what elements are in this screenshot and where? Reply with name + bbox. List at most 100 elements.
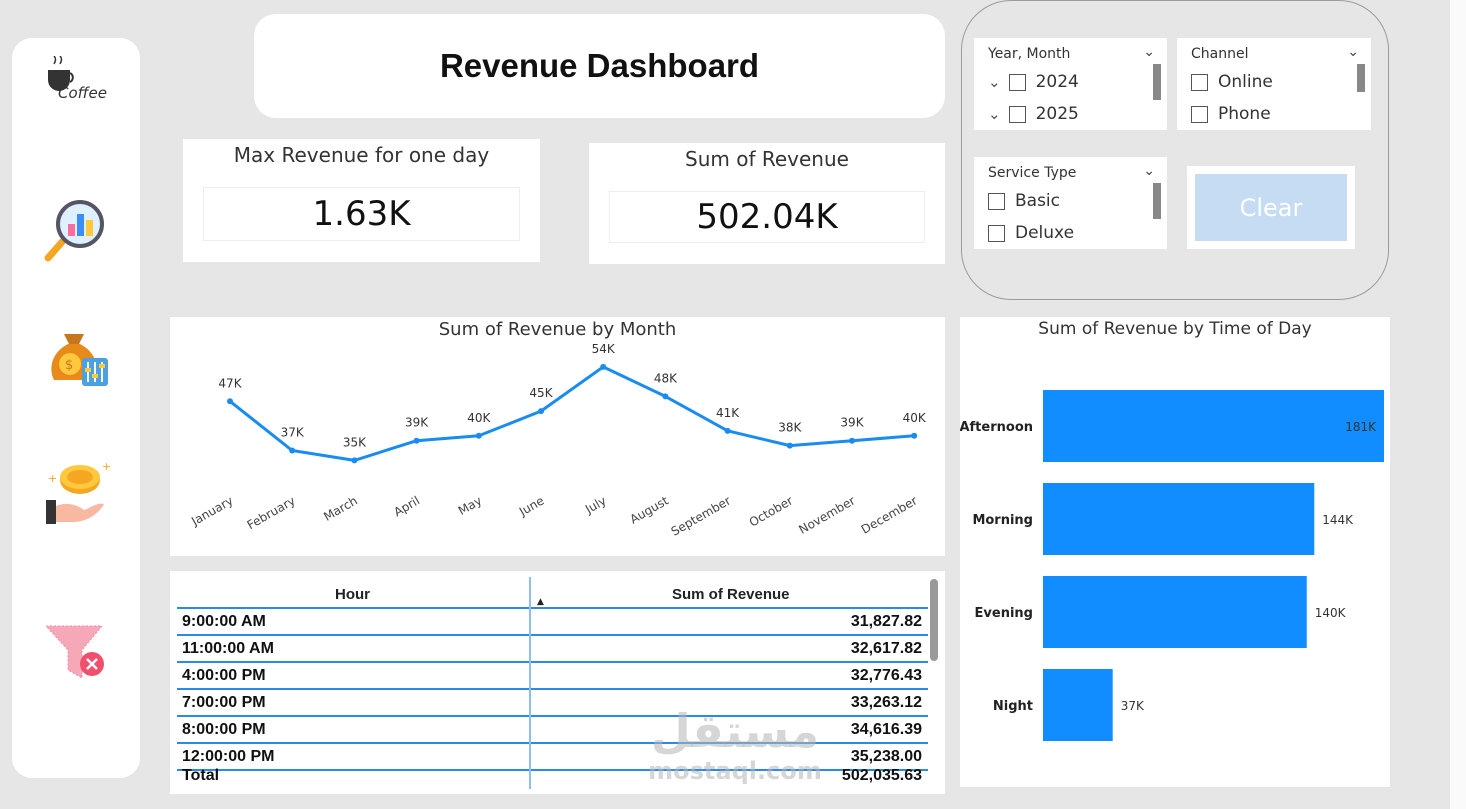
- checkbox[interactable]: [1191, 73, 1208, 91]
- slicer-scrollbar[interactable]: [1357, 64, 1365, 92]
- slicer-title: Year, Month: [988, 46, 1071, 62]
- slicer-title: Service Type: [988, 165, 1077, 181]
- cell-hour: 11:00:00 AM: [182, 640, 274, 657]
- kpi-label: Max Revenue for one day: [233, 143, 490, 167]
- data-label-evening: 140K: [1315, 606, 1347, 620]
- slicer-option-online[interactable]: Online: [1191, 72, 1273, 92]
- expand-chevron-icon[interactable]: ⌄: [988, 73, 1001, 91]
- cell-revenue: 31,827.82: [850, 613, 922, 630]
- chevron-down-icon[interactable]: ⌄: [1347, 44, 1359, 60]
- bar-night: [1043, 669, 1113, 741]
- slicer-year-month[interactable]: Year, Month ⌄ ⌄ 2024 ⌄ 2025: [974, 38, 1167, 130]
- data-point-december: [911, 432, 918, 439]
- data-label-december: 40K: [903, 411, 927, 425]
- column-divider[interactable]: [529, 577, 531, 789]
- total-value: 502,035.63: [841, 767, 922, 784]
- data-label-february: 37K: [281, 426, 305, 440]
- cell-revenue: 32,617.82: [850, 640, 922, 657]
- data-point-january: [227, 398, 233, 405]
- watermark-latin: mostaql.com: [648, 757, 822, 785]
- watermark: مستقل mostaql.com: [645, 705, 825, 785]
- sidebar: Coffee $ + +: [12, 38, 140, 778]
- bar-chart-card: Sum of Revenue by Time of Day Afternoon 1…: [960, 317, 1390, 787]
- option-label: Deluxe: [1015, 223, 1075, 243]
- bar-chart: Afternoon 181K Morning 144K Evening 140K Night…: [960, 390, 1384, 741]
- y-tick-label-night: Night: [993, 699, 1033, 714]
- data-label-afternoon: 181K: [1345, 420, 1377, 434]
- svg-text:+: +: [48, 472, 57, 485]
- svg-text:$: $: [65, 358, 73, 373]
- data-point-may: [475, 432, 482, 439]
- x-tick-label-february: February: [245, 493, 298, 532]
- data-point-october: [786, 442, 793, 449]
- sort-ascending-icon[interactable]: ▲: [537, 597, 544, 607]
- data-label-october: 38K: [778, 421, 802, 435]
- data-label-august: 48K: [654, 371, 678, 385]
- checkbox[interactable]: [1008, 105, 1026, 123]
- x-tick-label-october: October: [747, 493, 796, 529]
- data-label-january: 47K: [218, 376, 242, 390]
- y-tick-label-evening: Evening: [975, 606, 1033, 621]
- slicer-scrollbar[interactable]: [1153, 64, 1161, 100]
- cell-revenue: 33,263.12: [850, 694, 922, 711]
- table-scrollbar[interactable]: [930, 579, 938, 661]
- search-analytics-icon[interactable]: [42, 196, 110, 264]
- data-label-april: 39K: [405, 416, 429, 430]
- kpi-value: 502.04K: [696, 197, 838, 237]
- x-tick-label-april: April: [391, 493, 422, 519]
- slicer-option-deluxe[interactable]: Deluxe: [988, 223, 1074, 243]
- kpi-max-revenue-day: Max Revenue for one day 1.63K: [183, 139, 540, 262]
- bar-afternoon: [1043, 390, 1384, 462]
- table-header: Hour Sum of Revenue ▲: [177, 577, 928, 609]
- kpi-value-box: 1.63K: [203, 187, 520, 241]
- checkbox[interactable]: [988, 192, 1005, 210]
- bar-morning: [1043, 483, 1315, 555]
- checkbox[interactable]: [988, 224, 1005, 242]
- table-row[interactable]: 11:00:00 AM 32,617.82: [177, 636, 928, 663]
- data-point-june: [538, 408, 544, 415]
- coin-hand-icon[interactable]: + +: [42, 460, 111, 528]
- slicer-option-2024[interactable]: ⌄ 2024: [988, 72, 1079, 92]
- data-label-morning: 144K: [1322, 513, 1354, 527]
- slicer-option-2025[interactable]: ⌄ 2025: [988, 104, 1079, 124]
- column-header-sum-revenue[interactable]: Sum of Revenue: [672, 586, 790, 603]
- slicer-service-type[interactable]: Service Type ⌄ Basic Deluxe: [974, 157, 1167, 249]
- x-tick-label-july: July: [582, 493, 609, 516]
- slicer-option-phone[interactable]: Phone: [1191, 104, 1271, 124]
- expand-chevron-icon[interactable]: ⌄: [988, 105, 1001, 123]
- x-tick-label-june: June: [516, 493, 547, 519]
- option-label: Phone: [1218, 104, 1271, 124]
- chevron-down-icon[interactable]: ⌄: [1143, 44, 1155, 60]
- checkbox[interactable]: [1008, 73, 1026, 91]
- y-tick-label-afternoon: Afternoon: [960, 420, 1033, 435]
- x-tick-label-august: August: [628, 493, 672, 526]
- kpi-value-box: 502.04K: [609, 191, 925, 243]
- page-title: Revenue Dashboard: [439, 47, 760, 84]
- slicer-channel[interactable]: Channel ⌄ Online Phone: [1177, 38, 1371, 130]
- chevron-down-icon[interactable]: ⌄: [1143, 163, 1155, 179]
- x-tick-label-march: March: [321, 493, 360, 523]
- money-bag-icon[interactable]: $: [42, 324, 110, 392]
- cell-hour: 8:00:00 PM: [182, 721, 266, 738]
- slicer-option-basic[interactable]: Basic: [988, 191, 1060, 211]
- data-label-november: 39K: [840, 416, 864, 430]
- logo-text: Coffee: [58, 84, 107, 102]
- total-label: Total: [182, 767, 220, 784]
- line-chart-card: Sum of Revenue by Month 47K January 37K Feb…: [170, 317, 945, 556]
- filter-clear-icon[interactable]: [42, 618, 110, 686]
- slicer-scrollbar[interactable]: [1153, 183, 1161, 219]
- clear-button[interactable]: Clear: [1195, 174, 1347, 241]
- column-header-hour[interactable]: Hour: [335, 586, 370, 603]
- data-point-november: [849, 437, 855, 444]
- cell-hour: 9:00:00 AM: [182, 613, 266, 630]
- table-row[interactable]: 4:00:00 PM 32,776.43: [177, 663, 928, 690]
- cell-revenue: 32,776.43: [850, 667, 922, 684]
- data-point-april: [413, 437, 420, 444]
- option-label: 2024: [1035, 72, 1079, 92]
- table-row[interactable]: 9:00:00 AM 31,827.82: [177, 609, 928, 636]
- cell-hour: 7:00:00 PM: [182, 694, 266, 711]
- kpi-label: Sum of Revenue: [685, 147, 849, 171]
- data-label-july: 54K: [592, 342, 616, 356]
- checkbox[interactable]: [1191, 105, 1208, 123]
- hour-revenue-table: Hour Sum of Revenue ▲ 9:00:00 AM 31,827.8…: [170, 571, 945, 794]
